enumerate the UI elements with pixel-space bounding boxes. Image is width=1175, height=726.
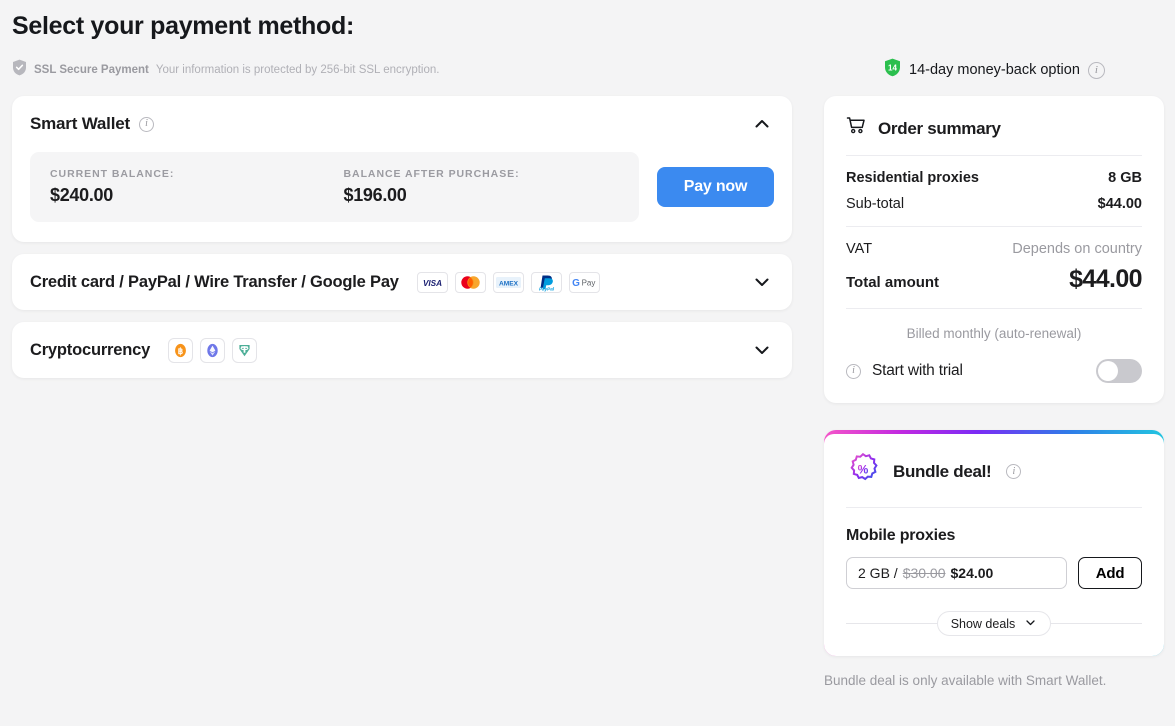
amex-icon: AMEX [492,271,524,293]
summary-row-subtotal-value: $44.00 [1097,196,1142,212]
discount-badge-icon: % [846,452,880,491]
chevron-down-icon-crypto[interactable] [752,340,772,360]
divider [1051,623,1142,624]
summary-row-vat: VAT Depends on country [846,227,1142,257]
bundle-deal-row: 2 GB / $30.00 $24.00 Add [846,557,1142,589]
start-with-trial-label: Start with trial [872,362,963,379]
after-purchase-cell: BALANCE AFTER PURCHASE: $196.00 [326,168,620,206]
bundle-product-name: Mobile proxies [846,527,956,544]
bundle-deal-header: % Bundle deal! i [846,452,1142,507]
after-purchase-value: $196.00 [343,185,407,205]
bundle-add-button[interactable]: Add [1078,557,1142,589]
method-card-crypto-title: Cryptocurrency [30,340,151,359]
balance-box: CURRENT BALANCE: $240.00 BALANCE AFTER P… [30,152,639,222]
start-with-trial-row: i Start with trial [846,341,1142,383]
pay-now-button[interactable]: Pay now [657,167,774,207]
bundle-deal-old-price: $30.00 [902,565,946,581]
order-column: Order summary Residential proxies 8 GB S… [824,96,1164,656]
checkout-page: Select your payment method: SSL Secure P… [0,0,1175,726]
mastercard-icon [454,271,486,293]
svg-text:Pay: Pay [581,278,595,287]
smart-wallet-info-icon[interactable]: i [138,116,154,132]
smart-wallet-title: Smart Wallet [30,114,130,133]
summary-row-vat-name: VAT [846,241,873,257]
current-balance-label: CURRENT BALANCE: [50,168,175,180]
current-balance-value: $240.00 [50,185,113,205]
summary-row-product-value: 8 GB [1108,170,1142,186]
show-deals-button[interactable]: Show deals [936,611,1052,636]
ssl-label: SSL Secure Payment [34,64,149,76]
smart-wallet-body: CURRENT BALANCE: $240.00 BALANCE AFTER P… [12,152,792,222]
method-card-cards[interactable]: Credit card / PayPal / Wire Transfer / G… [12,254,792,310]
after-purchase-label: BALANCE AFTER PURCHASE: [343,168,520,180]
ssl-secure-notice: SSL Secure Payment Your information is p… [12,59,439,81]
bundle-deal-size: 2 GB / [858,565,898,581]
show-deals-label: Show deals [950,616,1016,631]
paypal-icon: PayPal [530,271,562,293]
summary-row-total: Total amount $44.00 [846,257,1143,308]
bundle-deal-select[interactable]: 2 GB / $30.00 $24.00 [846,557,1067,589]
total-amount-value: $44.00 [1069,265,1142,293]
svg-text:G: G [572,278,580,289]
chevron-up-icon[interactable] [752,114,772,134]
start-with-trial-toggle[interactable] [1096,359,1142,383]
method-card-crypto[interactable]: Cryptocurrency ฿ [12,322,792,378]
money-back-notice: 14 14-day money-back option i [884,58,1105,82]
chevron-down-icon-cards[interactable] [752,272,772,292]
bundle-deal-new-price: $24.00 [950,565,994,581]
summary-row-product-name: Residential proxies [846,170,979,186]
chevron-down-icon-deals [1024,616,1037,632]
ethereum-icon [200,337,226,363]
svg-text:PayPal: PayPal [539,286,555,291]
bundle-deal-title: Bundle deal! [893,461,992,481]
svg-text:AMEX: AMEX [499,280,519,287]
svg-text:฿: ฿ [178,346,184,356]
bundle-deal-info-icon[interactable]: i [1006,464,1022,479]
order-summary-card: Order summary Residential proxies 8 GB S… [824,96,1164,403]
divider [846,623,937,624]
visa-icon: VISA [416,271,448,293]
summary-row-product: Residential proxies 8 GB [846,156,1142,186]
ssl-description: Your information is protected by 256-bit… [155,64,440,76]
summary-row-subtotal-name: Sub-total [846,196,905,212]
trial-info-icon[interactable]: i [846,363,861,379]
bitcoin-icon: ฿ [168,337,194,363]
money-back-info-icon[interactable]: i [1087,61,1105,79]
svg-text:%: % [858,463,869,477]
page-title: Select your payment method: [12,12,354,40]
cart-icon [846,116,866,141]
shield-check-icon [12,59,27,81]
toggle-knob [1098,361,1118,381]
money-back-shield-icon: 14 [884,58,901,82]
money-back-label: 14-day money-back option [909,62,1080,78]
svg-text:VISA: VISA [423,278,442,287]
order-summary-title: Order summary [878,118,1001,138]
tether-icon [232,337,258,363]
summary-row-vat-value: Depends on country [1012,241,1142,257]
method-card-cards-title: Credit card / PayPal / Wire Transfer / G… [30,272,399,291]
svg-text:14: 14 [888,63,897,72]
google-pay-icon: G Pay [568,271,600,293]
total-amount-label: Total amount [846,274,940,291]
bundle-deal-card: % Bundle deal! i Mobile proxies 2 GB / $… [824,430,1164,656]
billing-note: Billed monthly (auto-renewal) [906,326,1082,341]
bundle-availability-note: Bundle deal is only available with Smart… [824,673,1107,688]
summary-row-subtotal: Sub-total $44.00 [846,186,1142,226]
show-deals-row: Show deals [846,589,1142,638]
smart-wallet-header[interactable]: Smart Wallet i [12,96,792,152]
order-summary-header: Order summary [846,112,1142,155]
payment-methods-column: Smart Wallet i CURRENT BALANCE: $240.00 … [12,96,792,378]
smart-wallet-card: Smart Wallet i CURRENT BALANCE: $240.00 … [12,96,792,242]
crypto-coin-list: ฿ [168,337,258,363]
current-balance-cell: CURRENT BALANCE: $240.00 [50,168,326,206]
card-brand-list: VISA AMEX PayPal G Pay [416,271,600,293]
